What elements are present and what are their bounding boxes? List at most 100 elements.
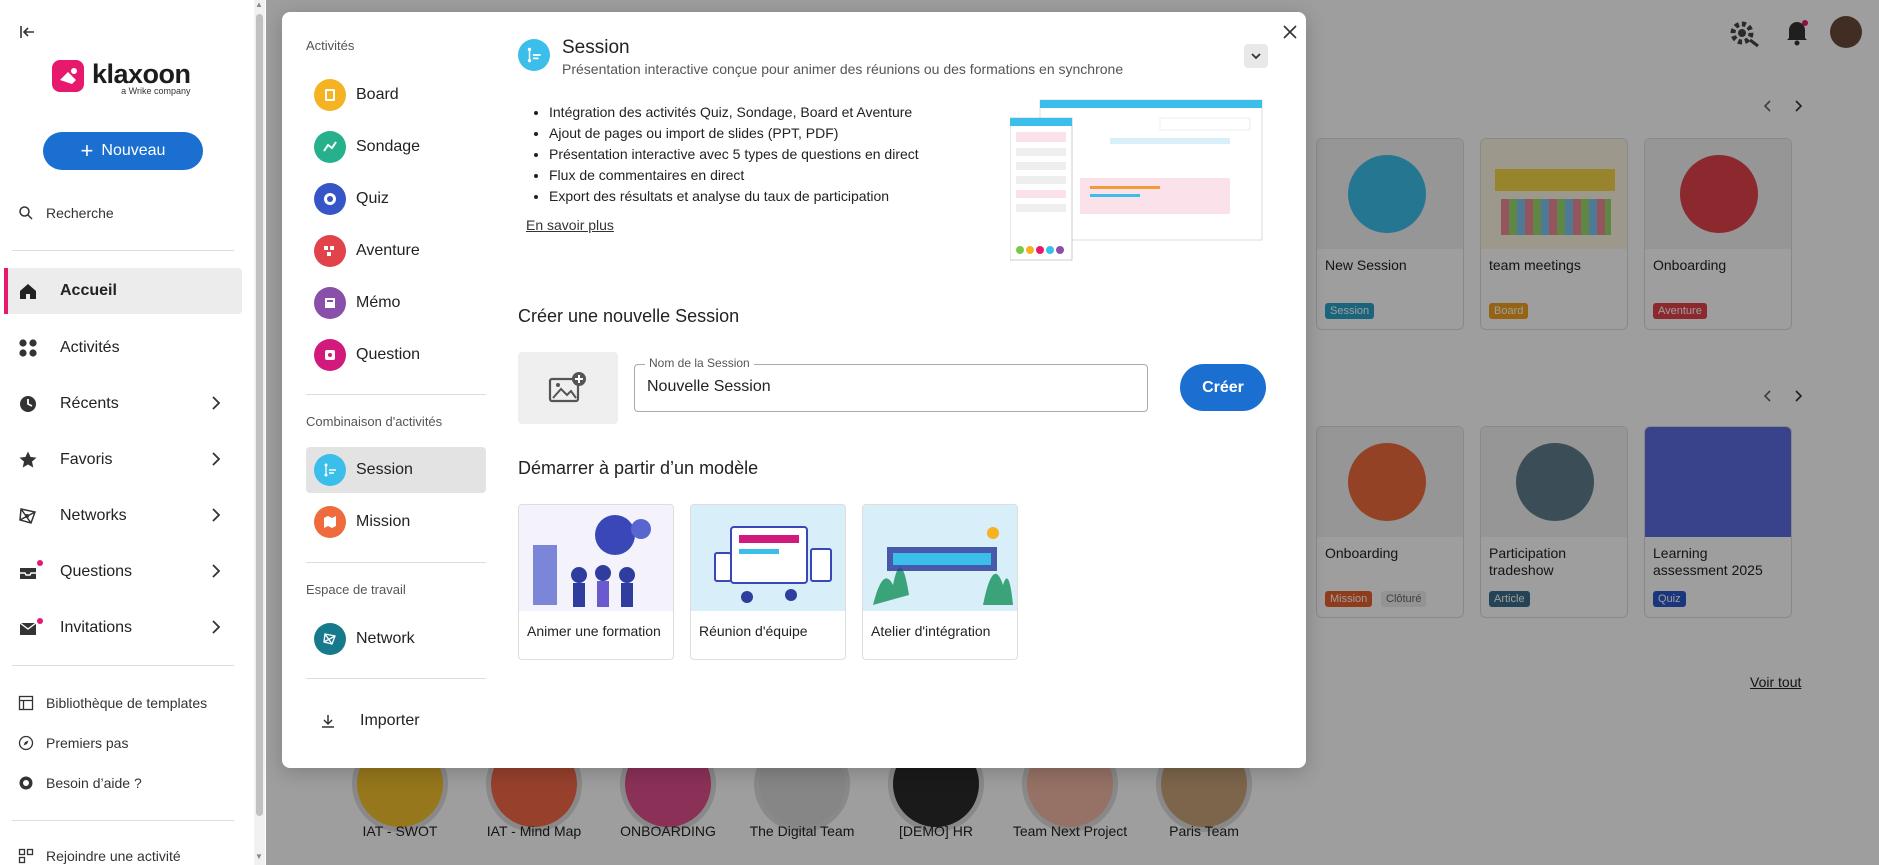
activity-label: Question [356, 346, 421, 363]
activity-label: Aventure [356, 242, 420, 259]
nav-recents[interactable]: Récents [6, 381, 242, 427]
new-button-label: Nouveau [101, 142, 166, 159]
bottom-label: Rejoindre une activité [46, 848, 181, 864]
activity-label: Mémo [356, 294, 401, 311]
section-combos: Combinaison d'activités [306, 414, 443, 429]
template-label: Réunion d'équipe [699, 623, 808, 639]
feature-item: Flux de commentaires en direct [549, 165, 919, 186]
network-icon [19, 508, 36, 524]
divider [306, 678, 486, 679]
templates-library-link[interactable]: Bibliothèque de templates [18, 695, 207, 711]
clock-icon [20, 396, 36, 412]
question-icon [314, 339, 346, 371]
cover-image-picker[interactable] [518, 352, 618, 424]
bottom-label: Bibliothèque de templates [46, 695, 208, 711]
templates-icon [18, 695, 34, 711]
import-button[interactable]: Importer [306, 698, 486, 744]
add-image-icon [548, 372, 586, 403]
learn-more-link[interactable]: En savoir plus [526, 217, 614, 233]
feature-item: Présentation interactive avec 5 types de… [549, 144, 919, 165]
survey-icon [314, 131, 346, 163]
search-icon [19, 206, 33, 220]
create-activity-modal: Activités Board Sondage Quiz Aventure Mé… [282, 12, 1306, 768]
template-card[interactable]: Animer une formation [518, 504, 674, 660]
nav-label: Activités [60, 339, 120, 356]
help-link[interactable]: Besoin d’aide ? [18, 775, 142, 791]
import-label: Importer [360, 712, 420, 729]
nav-activites[interactable]: Activités [6, 325, 242, 371]
close-icon[interactable] [1280, 22, 1300, 42]
feature-item: Export des résultats et analyse du taux … [549, 186, 919, 207]
nav-label: Questions [60, 563, 133, 580]
qr-icon [18, 848, 34, 864]
session-name-field[interactable]: Nom de la Session [634, 356, 1148, 412]
activity-quiz[interactable]: Quiz [306, 176, 486, 222]
board-icon [314, 79, 346, 111]
scroll-up-icon[interactable]: ▲ [255, 0, 263, 9]
klaxoon-logo-icon [52, 60, 84, 92]
nav-favoris[interactable]: Favoris [6, 437, 242, 483]
feature-item: Intégration des activités Quiz, Sondage,… [549, 102, 919, 123]
join-activity-link[interactable]: Rejoindre une activité [18, 848, 181, 864]
scrollbar-thumb[interactable] [256, 14, 263, 816]
field-label: Nom de la Session [645, 356, 754, 370]
nav-label: Accueil [60, 282, 117, 299]
create-button[interactable]: Créer [1180, 364, 1266, 411]
home-icon [20, 284, 36, 299]
session-preview-illustration [1010, 99, 1263, 261]
klaxoon-logo[interactable]: klaxoon a Wrike company [52, 60, 191, 96]
activity-memo[interactable]: Mémo [306, 280, 486, 326]
chevron-right-icon [212, 620, 221, 634]
getting-started-link[interactable]: Premiers pas [18, 735, 128, 751]
nav-invitations[interactable]: Invitations [6, 605, 242, 651]
nav-label: Invitations [60, 619, 133, 636]
compass-icon [18, 735, 34, 751]
nav-questions[interactable]: Questions [6, 549, 242, 595]
nav-label: Favoris [60, 451, 113, 468]
divider [306, 562, 486, 563]
template-card[interactable]: Réunion d'équipe [690, 504, 846, 660]
download-icon [322, 715, 334, 728]
chevron-down-icon [1251, 53, 1261, 60]
expand-details-button[interactable] [1244, 44, 1268, 68]
template-illustration [519, 505, 673, 611]
combo-mission[interactable]: Mission [306, 499, 486, 545]
nav-accueil[interactable]: Accueil [4, 268, 242, 314]
divider [306, 394, 486, 395]
template-label: Animer une formation [527, 623, 661, 639]
quiz-icon [314, 183, 346, 215]
template-card[interactable]: Atelier d'intégration [862, 504, 1018, 660]
template-illustration [863, 505, 1017, 611]
help-icon [19, 776, 33, 790]
collapse-sidebar-icon[interactable] [18, 22, 38, 42]
template-illustration [691, 505, 845, 611]
bottom-label: Premiers pas [46, 735, 129, 751]
templates-heading: Démarrer à partir d’un modèle [518, 458, 759, 478]
scroll-down-icon[interactable]: ▼ [255, 852, 263, 861]
activity-board[interactable]: Board [306, 72, 486, 118]
notification-dot [37, 560, 43, 566]
activity-label: Board [356, 86, 399, 103]
chevron-right-icon [212, 396, 221, 410]
bottom-label: Besoin d’aide ? [46, 775, 142, 791]
chevron-right-icon [212, 452, 221, 466]
activity-aventure[interactable]: Aventure [306, 228, 486, 274]
inbox-icon [20, 568, 36, 579]
star-icon [19, 451, 37, 468]
mission-icon [314, 506, 346, 538]
feature-item: Ajout de pages ou import de slides (PPT,… [549, 123, 919, 144]
session-name-input[interactable] [647, 378, 1127, 396]
activity-question[interactable]: Question [306, 332, 486, 378]
activity-sondage[interactable]: Sondage [306, 124, 486, 170]
combo-session[interactable]: Session [306, 447, 486, 493]
chevron-right-icon [212, 564, 221, 578]
detail-title: Session [562, 37, 630, 58]
sidebar-scrollbar[interactable]: ▲ ▼ [254, 0, 265, 865]
workspace-network[interactable]: Network [306, 616, 486, 662]
nav-networks[interactable]: Networks [6, 493, 242, 539]
activity-label: Quiz [356, 190, 389, 207]
memo-icon [314, 287, 346, 319]
search-item[interactable]: Recherche [18, 205, 114, 221]
new-button[interactable]: + Nouveau [43, 132, 203, 170]
chevron-right-icon [212, 508, 221, 522]
